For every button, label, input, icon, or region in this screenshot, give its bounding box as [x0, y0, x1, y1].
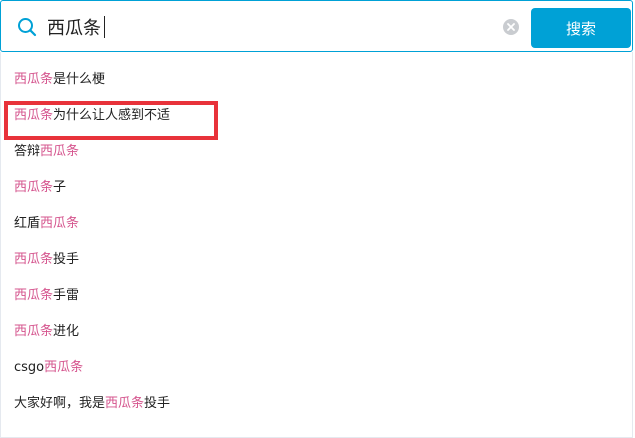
clear-icon[interactable] [503, 19, 519, 35]
suggestion-item[interactable]: 大家好啊，我是西瓜条投手 [1, 386, 632, 422]
suggestion-keyword: 西瓜条 [14, 180, 54, 195]
suggestion-list: 西瓜条是什么梗 西瓜条为什么让人感到不适 答辩西瓜条 西瓜条子 红盾西瓜条 西瓜… [1, 62, 632, 422]
suggestion-item[interactable]: 西瓜条投手 [1, 242, 632, 278]
suggestion-dropdown: 西瓜条是什么梗 西瓜条为什么让人感到不适 答辩西瓜条 西瓜条子 红盾西瓜条 西瓜… [0, 52, 633, 438]
suggestion-keyword: 西瓜条 [14, 252, 54, 267]
suggestion-keyword: 西瓜条 [14, 72, 54, 87]
suggestion-keyword: 西瓜条 [14, 108, 54, 123]
suggestion-prefix: 答辩 [14, 144, 41, 159]
suggestion-item[interactable]: 西瓜条为什么让人感到不适 [1, 98, 632, 134]
search-button[interactable]: 搜索 [531, 8, 631, 48]
suggestion-keyword: 西瓜条 [40, 144, 80, 159]
suggestion-suffix: 子 [53, 180, 67, 195]
suggestion-item[interactable]: 西瓜条子 [1, 170, 632, 206]
search-icon [17, 17, 37, 37]
text-caret [104, 16, 105, 38]
suggestion-item[interactable]: 答辩西瓜条 [1, 134, 632, 170]
suggestion-prefix: 大家好啊，我是 [14, 396, 106, 411]
search-bar: 搜索 [0, 0, 633, 52]
suggestion-keyword: 西瓜条 [14, 288, 54, 303]
suggestion-keyword: 西瓜条 [40, 216, 80, 231]
suggestion-suffix: 手雷 [53, 288, 80, 303]
suggestion-suffix: 是什么梗 [53, 72, 106, 87]
suggestion-prefix: csgo [14, 360, 45, 375]
suggestion-item[interactable]: 红盾西瓜条 [1, 206, 632, 242]
suggestion-item[interactable]: 西瓜条手雷 [1, 278, 632, 314]
suggestion-prefix: 红盾 [14, 216, 41, 231]
suggestion-suffix: 为什么让人感到不适 [53, 108, 171, 123]
suggestion-item[interactable]: csgo西瓜条 [1, 350, 632, 386]
suggestion-suffix: 投手 [53, 252, 80, 267]
suggestion-suffix: 投手 [144, 396, 171, 411]
suggestion-item[interactable]: 西瓜条进化 [1, 314, 632, 350]
suggestion-keyword: 西瓜条 [14, 324, 54, 339]
suggestion-suffix: 进化 [53, 324, 80, 339]
suggestion-item[interactable]: 西瓜条是什么梗 [1, 62, 632, 98]
suggestion-keyword: 西瓜条 [44, 360, 84, 375]
search-input[interactable] [47, 13, 487, 41]
suggestion-keyword: 西瓜条 [105, 396, 145, 411]
